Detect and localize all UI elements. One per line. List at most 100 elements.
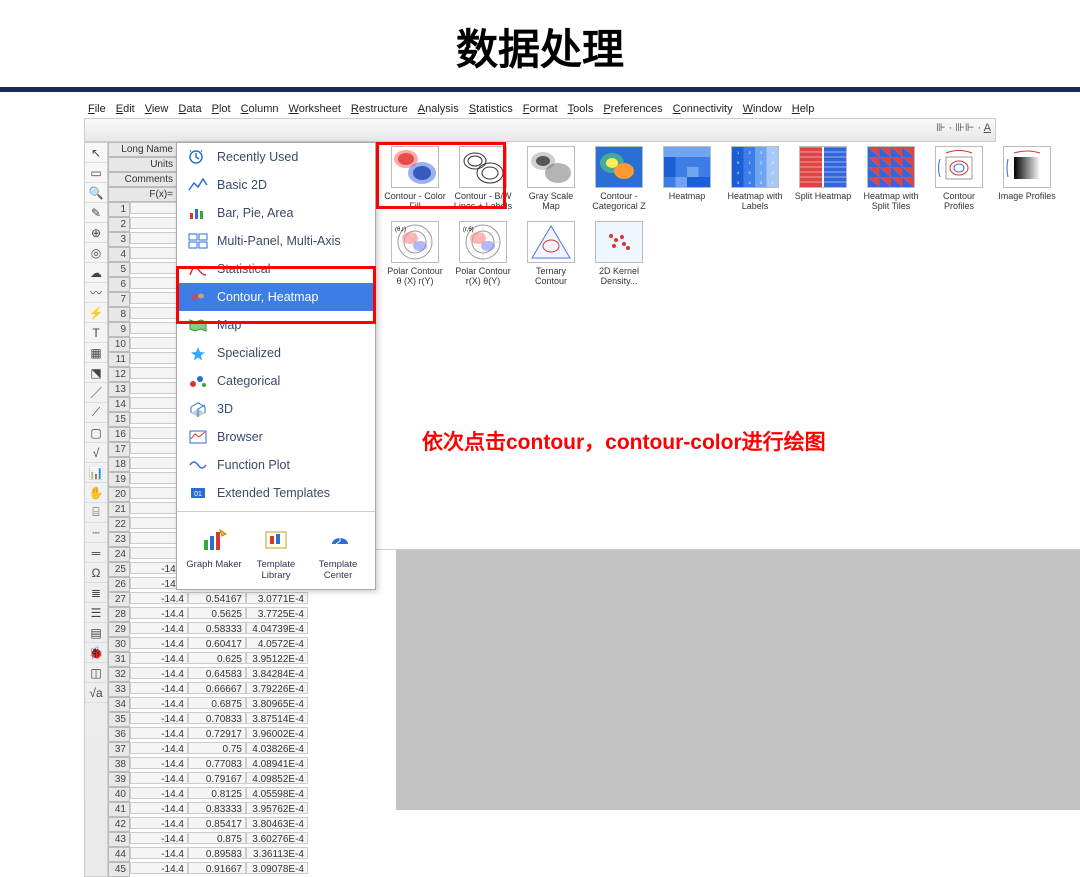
cell[interactable]: -14.4 [130, 787, 188, 799]
row-number[interactable]: 29 [108, 622, 130, 637]
toolbar-right-controls[interactable]: ⊪ · ⊪⊩ · A [936, 121, 991, 134]
row-number[interactable]: 19 [108, 472, 130, 487]
plot-category-stat[interactable]: Statistical [177, 255, 375, 283]
menu-connectivity[interactable]: Connectivity [669, 102, 737, 116]
plot-category-fn[interactable]: Function Plot [177, 451, 375, 479]
row-number[interactable]: 6 [108, 277, 130, 292]
gallery-item-polar1[interactable]: (θ,r)Polar Contour θ (X) r(Y) [384, 221, 446, 286]
row-number[interactable]: 15 [108, 412, 130, 427]
zoom-tool-icon[interactable]: 🔍 [85, 183, 107, 203]
menu-edit[interactable]: Edit [112, 102, 139, 116]
plot-category-ext[interactable]: 01Extended Templates [177, 479, 375, 507]
cyl-tool-icon[interactable]: ⌸ [85, 503, 107, 523]
cloud-tool-icon[interactable]: ☁ [85, 263, 107, 283]
row-number[interactable]: 13 [108, 382, 130, 397]
row-number[interactable]: 14 [108, 397, 130, 412]
row-number[interactable]: 25 [108, 562, 130, 577]
cell[interactable]: 0.89583 [188, 847, 246, 859]
cell[interactable]: 0.625 [188, 652, 246, 664]
cell[interactable]: -14.4 [130, 637, 188, 649]
menu-analysis[interactable]: Analysis [414, 102, 463, 116]
bug-tool-icon[interactable]: 🐞 [85, 643, 107, 663]
row-number[interactable]: 35 [108, 712, 130, 727]
row-number[interactable]: 38 [108, 757, 130, 772]
cell[interactable]: 4.03826E-4 [246, 742, 308, 754]
menu-preferences[interactable]: Preferences [599, 102, 666, 116]
hand-tool-icon[interactable]: ✋ [85, 483, 107, 503]
cell[interactable]: -14.4 [130, 772, 188, 784]
row-number[interactable]: 36 [108, 727, 130, 742]
text-tool-icon[interactable]: ✎ [85, 203, 107, 223]
row-number[interactable]: 33 [108, 682, 130, 697]
align-tool-icon[interactable]: ≣ [85, 583, 107, 603]
gallery-item-kernel[interactable]: 2D Kernel Density... [588, 221, 650, 286]
rect-tool-icon[interactable]: ▭ [85, 163, 107, 183]
omega-tool-icon[interactable]: Ω [85, 563, 107, 583]
cell[interactable]: 4.05598E-4 [246, 787, 308, 799]
row-number[interactable]: 11 [108, 352, 130, 367]
dash-tool-icon[interactable]: ┄ [85, 523, 107, 543]
row-number[interactable]: 5 [108, 262, 130, 277]
row-number[interactable]: 27 [108, 592, 130, 607]
diag-tool-icon[interactable]: ⬔ [85, 363, 107, 383]
plot-category-cat[interactable]: Categorical [177, 367, 375, 395]
row-number[interactable]: 3 [108, 232, 130, 247]
row-number[interactable]: 1 [108, 202, 130, 217]
cell[interactable]: 3.09078E-4 [246, 862, 308, 874]
row-number[interactable]: 4 [108, 247, 130, 262]
cell[interactable]: 3.87514E-4 [246, 712, 308, 724]
row-number[interactable]: 9 [108, 322, 130, 337]
cell[interactable]: -14.4 [130, 682, 188, 694]
row-number[interactable]: 28 [108, 607, 130, 622]
cell[interactable]: 0.75 [188, 742, 246, 754]
menu-statistics[interactable]: Statistics [465, 102, 517, 116]
row-number[interactable]: 22 [108, 517, 130, 532]
plot-bottom-template-library[interactable]: Template Library [248, 524, 304, 581]
dbl-tool-icon[interactable]: ═ [85, 543, 107, 563]
bolt-tool-icon[interactable]: ⚡ [85, 303, 107, 323]
cell[interactable]: 4.0572E-4 [246, 637, 308, 649]
cell[interactable]: 0.66667 [188, 682, 246, 694]
cell[interactable]: 0.5625 [188, 607, 246, 619]
plot-bottom-template-center[interactable]: Template Center [310, 524, 366, 581]
gallery-item-splittiles[interactable]: Heatmap with Split Tiles [860, 146, 922, 211]
menu-worksheet[interactable]: Worksheet [285, 102, 345, 116]
menu-column[interactable]: Column [237, 102, 283, 116]
menu-format[interactable]: Format [519, 102, 562, 116]
row-number[interactable]: 8 [108, 307, 130, 322]
cell[interactable]: 0.58333 [188, 622, 246, 634]
gallery-item-ternary[interactable]: Ternary Contour [520, 221, 582, 286]
cell[interactable]: 0.77083 [188, 757, 246, 769]
menu-help[interactable]: Help [788, 102, 819, 116]
row-number[interactable]: 31 [108, 652, 130, 667]
cell[interactable]: 0.875 [188, 832, 246, 844]
chart-tool-icon[interactable]: 📊 [85, 463, 107, 483]
cell[interactable]: -14.4 [130, 592, 188, 604]
cell[interactable]: 4.04739E-4 [246, 622, 308, 634]
cell[interactable]: 3.95122E-4 [246, 652, 308, 664]
row-number[interactable]: 21 [108, 502, 130, 517]
menu-view[interactable]: View [141, 102, 173, 116]
row-number[interactable]: 17 [108, 442, 130, 457]
row-number[interactable]: 24 [108, 547, 130, 562]
row-number[interactable]: 44 [108, 847, 130, 862]
cell[interactable]: 0.60417 [188, 637, 246, 649]
menu-window[interactable]: Window [739, 102, 786, 116]
cell[interactable]: 0.54167 [188, 592, 246, 604]
cell[interactable]: 0.8125 [188, 787, 246, 799]
row-number[interactable]: 32 [108, 667, 130, 682]
plot-category-spec[interactable]: Specialized [177, 339, 375, 367]
arrow-tool-icon[interactable]: ↖ [85, 143, 107, 163]
row-number[interactable]: 34 [108, 697, 130, 712]
plot-bottom-graph-maker[interactable]: Graph Maker [186, 524, 242, 581]
cell[interactable]: 0.83333 [188, 802, 246, 814]
cell[interactable]: -14.4 [130, 727, 188, 739]
gallery-item-polar2[interactable]: (r,θ)Polar Contour r(X) θ(Y) [452, 221, 514, 286]
row-number[interactable]: 39 [108, 772, 130, 787]
cell[interactable]: 3.80463E-4 [246, 817, 308, 829]
row-number[interactable]: 45 [108, 862, 130, 877]
row-number[interactable]: 20 [108, 487, 130, 502]
row-number[interactable]: 26 [108, 577, 130, 592]
cell[interactable]: 3.80965E-4 [246, 697, 308, 709]
cell[interactable]: 0.91667 [188, 862, 246, 874]
